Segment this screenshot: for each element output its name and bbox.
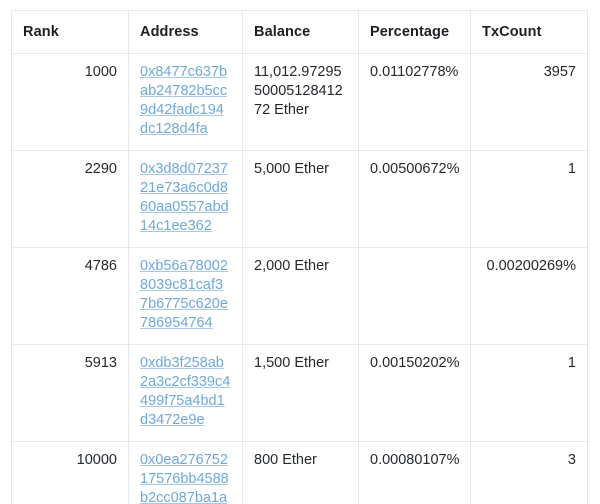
address-link[interactable]: 0x0ea27675217576bb4588b2cc087ba1a8b85f31…	[140, 452, 229, 504]
table-body: 1000 0x8477c637bab24782b5cc9d42fadc194dc…	[11, 53, 588, 504]
table-row: 4786 0xb56a780028039c81caf37b6775c620e78…	[11, 247, 588, 345]
cell-percentage: 0.00150202%	[358, 344, 471, 442]
address-link[interactable]: 0x8477c637bab24782b5cc9d42fadc194dc128d4…	[140, 64, 227, 137]
cell-balance: 2,000 Ether	[242, 247, 359, 345]
cell-balance: 1,500 Ether	[242, 344, 359, 442]
cell-address: 0x8477c637bab24782b5cc9d42fadc194dc128d4…	[128, 53, 243, 151]
cell-balance: 11,012.972955000512841272 Ether	[242, 53, 359, 151]
cell-txcount: 1	[470, 344, 588, 442]
cell-balance: 800 Ether	[242, 441, 359, 504]
cell-rank: 2290	[11, 150, 129, 248]
cell-percentage	[358, 247, 471, 345]
cell-balance: 5,000 Ether	[242, 150, 359, 248]
cell-rank: 4786	[11, 247, 129, 345]
cell-percentage: 0.00080107%	[358, 441, 471, 504]
table-row: 1000 0x8477c637bab24782b5cc9d42fadc194dc…	[11, 53, 588, 151]
token-holders-table-container: Rank Address Balance Percentage TxCount …	[11, 10, 588, 504]
cell-percentage: 0.01102778%	[358, 53, 471, 151]
table-header: Rank Address Balance Percentage TxCount	[11, 10, 588, 54]
cell-rank: 10000	[11, 441, 129, 504]
cell-txcount: 3	[470, 441, 588, 504]
token-holders-table: Rank Address Balance Percentage TxCount …	[11, 10, 588, 504]
cell-address: 0x3d8d0723721e73a6c0d860aa0557abd14c1ee3…	[128, 150, 243, 248]
cell-percentage: 0.00500672%	[358, 150, 471, 248]
cell-txcount: 0.00200269%	[470, 247, 588, 345]
cell-txcount: 1	[470, 150, 588, 248]
page-root: Rank Address Balance Percentage TxCount …	[0, 0, 600, 504]
address-link[interactable]: 0xdb3f258ab2a3c2cf339c4499f75a4bd1d3472e…	[140, 355, 230, 428]
table-row: 10000 0x0ea27675217576bb4588b2cc087ba1a 8…	[11, 441, 588, 504]
cell-rank: 1000	[11, 53, 129, 151]
column-header-balance[interactable]: Balance	[242, 10, 359, 54]
column-header-address[interactable]: Address	[128, 10, 243, 54]
column-header-txcount[interactable]: TxCount	[470, 10, 588, 54]
address-link[interactable]: 0x3d8d0723721e73a6c0d860aa0557abd14c1ee3…	[140, 161, 229, 234]
address-link[interactable]: 0xb56a780028039c81caf37b6775c620e7869547…	[140, 258, 228, 331]
cell-address: 0xdb3f258ab2a3c2cf339c4499f75a4bd1d3472e…	[128, 344, 243, 442]
table-row: 2290 0x3d8d0723721e73a6c0d860aa0557abd14…	[11, 150, 588, 248]
cell-address: 0x0ea27675217576bb4588b2cc087ba1a8b85f31…	[128, 441, 243, 504]
table-row: 5913 0xdb3f258ab2a3c2cf339c4499f75a4bd1d…	[11, 344, 588, 442]
cell-rank: 5913	[11, 344, 129, 442]
column-header-percentage[interactable]: Percentage	[358, 10, 471, 54]
table-header-row: Rank Address Balance Percentage TxCount	[11, 10, 588, 54]
column-header-rank[interactable]: Rank	[11, 10, 129, 54]
cell-address: 0xb56a780028039c81caf37b6775c620e7869547…	[128, 247, 243, 345]
cell-txcount: 3957	[470, 53, 588, 151]
